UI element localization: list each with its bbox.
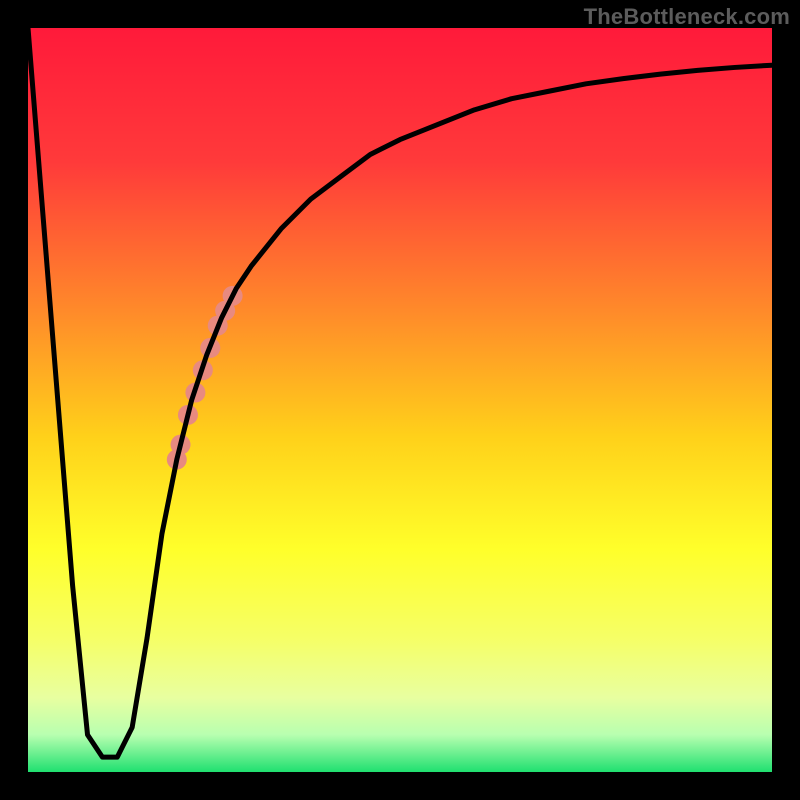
- attribution-label: TheBottleneck.com: [584, 4, 790, 30]
- chart-svg: [28, 28, 772, 772]
- plot-area: [28, 28, 772, 772]
- chart-frame: TheBottleneck.com: [0, 0, 800, 800]
